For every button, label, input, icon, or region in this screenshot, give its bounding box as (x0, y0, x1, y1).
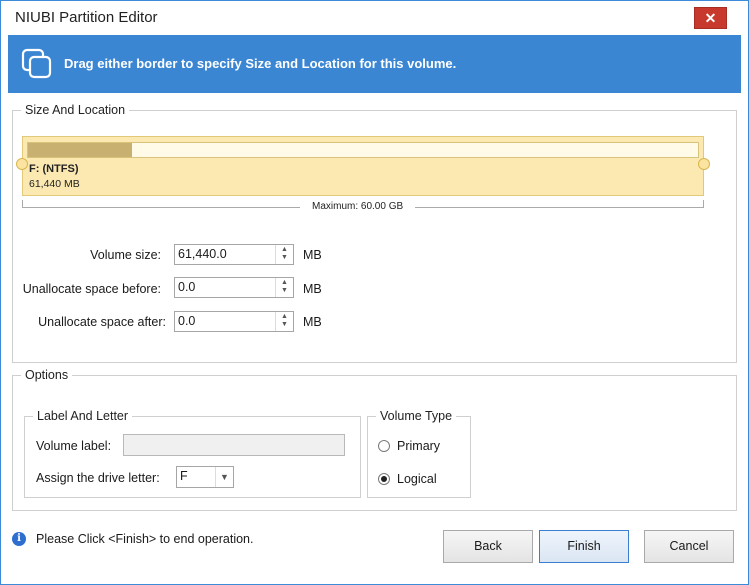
space-after-spinner[interactable]: ▲ ▼ (275, 312, 293, 331)
volume-size-spinner[interactable]: ▲ ▼ (275, 245, 293, 264)
cancel-button[interactable]: Cancel (644, 530, 734, 563)
usage-fill (28, 143, 132, 157)
chevron-down-icon[interactable]: ▼ (215, 467, 233, 487)
volume-size-value: 61,440.0 (178, 247, 227, 261)
space-after-value: 0.0 (178, 314, 196, 328)
right-resize-handle[interactable] (698, 158, 710, 170)
size-location-legend: Size And Location (25, 103, 126, 117)
options-legend: Options (25, 368, 69, 382)
label-letter-legend: Label And Letter (37, 409, 129, 423)
spin-up-icon[interactable]: ▲ (281, 313, 288, 321)
space-after-input[interactable]: 0.0 ▲ ▼ (174, 311, 294, 332)
volume-size-input[interactable]: 61,440.0 ▲ ▼ (174, 244, 294, 265)
instruction-banner: Drag either border to specify Size and L… (8, 35, 741, 93)
status-message: Please Click <Finish> to end operation. (36, 532, 254, 546)
spin-up-icon[interactable]: ▲ (281, 246, 288, 254)
space-after-unit: MB (303, 315, 322, 329)
drive-letter-label: Assign the drive letter: (36, 471, 160, 485)
drive-letter-value: F (180, 469, 188, 483)
drive-letter-select[interactable]: F ▼ (176, 466, 234, 488)
space-before-value: 0.0 (178, 280, 196, 294)
volume-type-legend: Volume Type (380, 409, 453, 423)
maximum-label: Maximum: 60.00 GB (300, 201, 416, 212)
window-title: NIUBI Partition Editor (15, 9, 158, 26)
left-resize-handle[interactable] (16, 158, 28, 170)
volume-label-input[interactable] (123, 434, 345, 456)
spin-up-icon[interactable]: ▲ (281, 279, 288, 287)
space-before-unit: MB (303, 282, 322, 296)
partition-bar[interactable]: F: (NTFS) 61,440 MB (22, 136, 704, 196)
close-button[interactable]: ✕ (694, 7, 727, 29)
banner-text: Drag either border to specify Size and L… (64, 56, 457, 71)
primary-label[interactable]: Primary (397, 439, 440, 453)
spin-down-icon[interactable]: ▼ (281, 321, 288, 329)
partition-size: 61,440 MB (29, 178, 80, 190)
space-before-label: Unallocate space before: (22, 282, 161, 296)
usage-track (27, 142, 699, 158)
volume-size-label: Volume size: (90, 248, 161, 262)
back-button[interactable]: Back (443, 530, 533, 563)
title-bar: NIUBI Partition Editor ✕ (1, 1, 748, 35)
volume-size-unit: MB (303, 248, 322, 262)
logical-radio[interactable] (378, 473, 390, 485)
spin-down-icon[interactable]: ▼ (281, 254, 288, 262)
copy-icon (21, 48, 52, 79)
space-before-spinner[interactable]: ▲ ▼ (275, 278, 293, 297)
finish-button[interactable]: Finish (539, 530, 629, 563)
spin-down-icon[interactable]: ▼ (281, 287, 288, 295)
info-icon: i (12, 532, 26, 546)
space-after-label: Unallocate space after: (38, 315, 166, 329)
primary-radio[interactable] (378, 440, 390, 452)
volume-label-label: Volume label: (36, 439, 112, 453)
space-before-input[interactable]: 0.0 ▲ ▼ (174, 277, 294, 298)
logical-label[interactable]: Logical (397, 472, 437, 486)
partition-name: F: (NTFS) (29, 163, 79, 175)
